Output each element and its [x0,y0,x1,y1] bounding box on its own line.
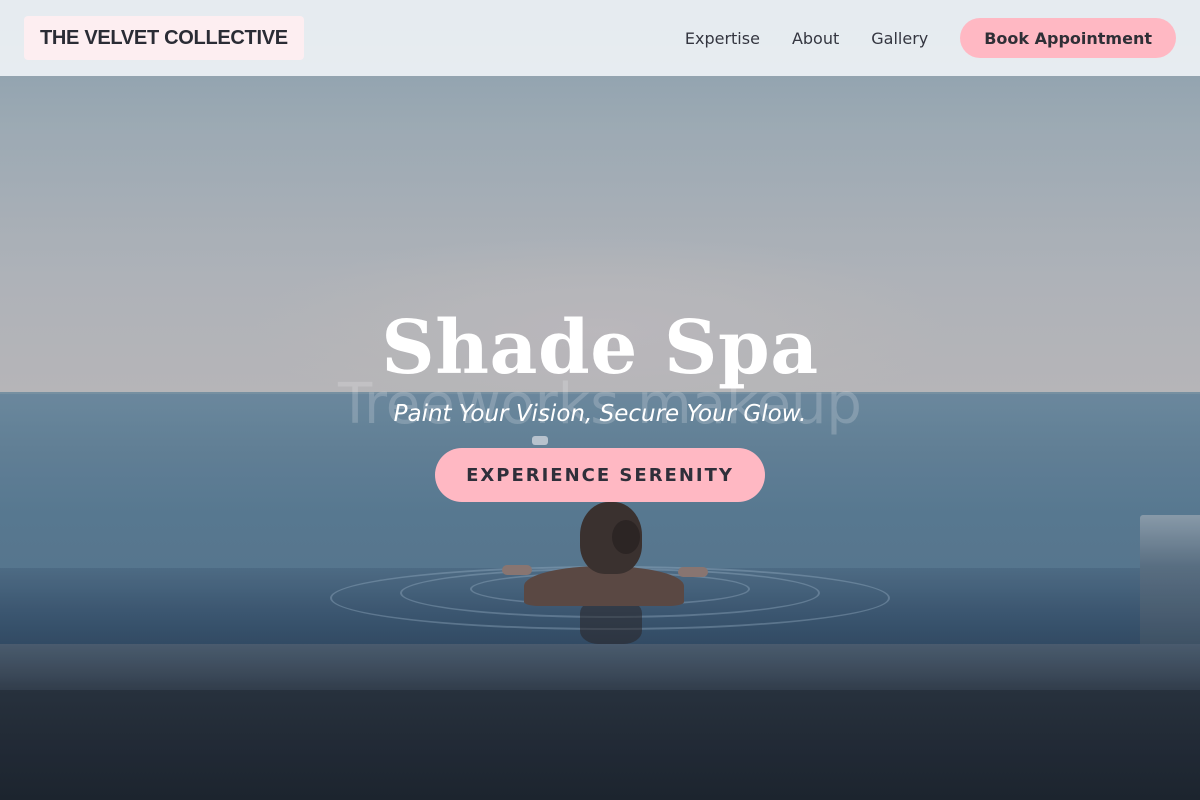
nav-link-about[interactable]: About [792,29,839,48]
main-nav: Expertise About Gallery Book Appointment [685,18,1176,58]
nav-link-gallery[interactable]: Gallery [871,29,928,48]
book-appointment-button[interactable]: Book Appointment [960,18,1176,58]
hero-title: Shade Spa [381,305,819,391]
hero-section: Shade Spa Paint Your Vision, Secure Your… [0,300,1200,502]
nav-link-expertise[interactable]: Expertise [685,29,760,48]
experience-serenity-button[interactable]: EXPERIENCE SERENITY [435,448,765,502]
site-header: THE VELVET COLLECTIVE Expertise About Ga… [0,0,1200,76]
brand-logo[interactable]: THE VELVET COLLECTIVE [24,16,304,60]
hero-tagline: Paint Your Vision, Secure Your Glow. [393,401,807,427]
